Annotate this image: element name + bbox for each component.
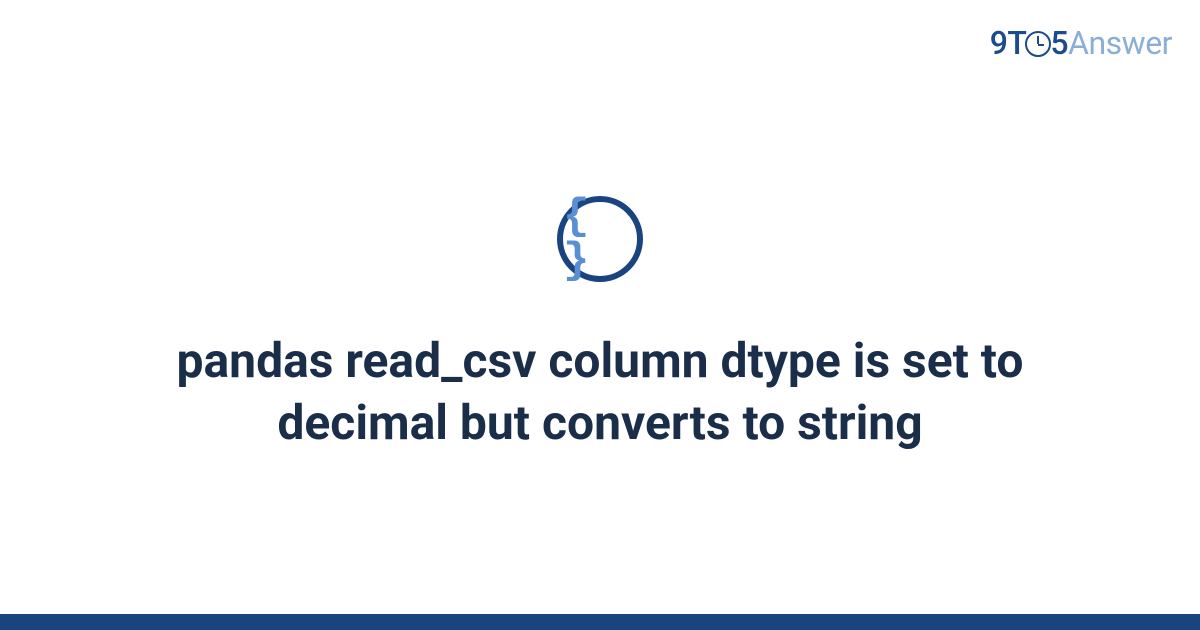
clock-icon <box>1025 31 1051 57</box>
site-logo: 9T 5Answer <box>990 24 1172 62</box>
logo-text-5: 5 <box>1050 24 1068 62</box>
main-content: { } pandas read_csv column dtype is set … <box>0 0 1200 630</box>
category-icon-circle: { } <box>557 196 643 282</box>
footer-bar <box>0 614 1200 630</box>
logo-text-answer: Answer <box>1068 24 1172 62</box>
logo-text-9t: 9T <box>990 24 1027 62</box>
code-braces-icon: { } <box>563 195 637 283</box>
question-title: pandas read_csv column dtype is set to d… <box>100 330 1100 455</box>
